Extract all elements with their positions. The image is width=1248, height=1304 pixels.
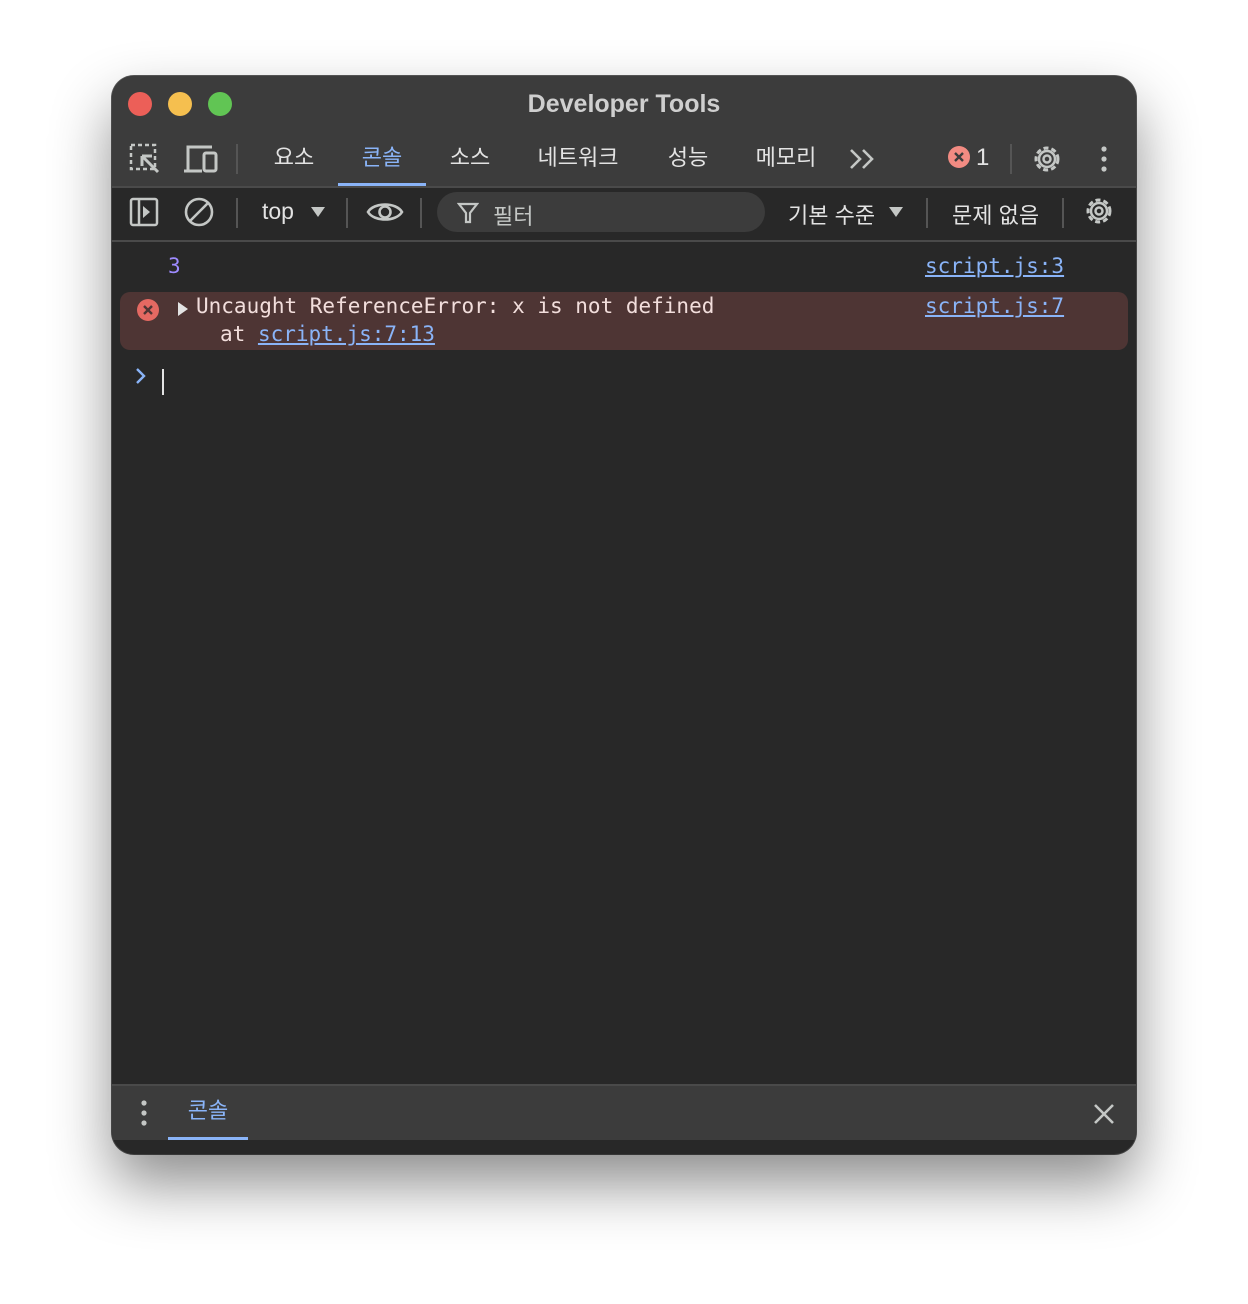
live-expression-eye-icon[interactable] xyxy=(366,198,404,226)
filter-input[interactable]: 필터 xyxy=(437,192,765,232)
tab-sources[interactable]: 소스 xyxy=(438,142,502,186)
tab-console[interactable]: 콘솔 xyxy=(338,142,426,186)
clear-console-icon[interactable] xyxy=(183,196,215,228)
stack-prefix: at xyxy=(220,322,258,346)
separator xyxy=(1010,144,1012,174)
device-toolbar-icon[interactable] xyxy=(182,142,220,176)
error-stack: at script.js:7:13 xyxy=(220,322,435,346)
dropdown-arrow-icon xyxy=(311,207,325,217)
tab-performance[interactable]: 성능 xyxy=(658,142,718,186)
separator xyxy=(346,198,348,228)
drawer-bar: 콘솔 xyxy=(112,1084,1136,1140)
stack-link[interactable]: script.js:7:13 xyxy=(258,322,435,346)
source-link[interactable]: script.js:3 xyxy=(925,254,1064,278)
console-toolbar: top 필터 기본 수준 문제 없음 xyxy=(112,188,1136,242)
more-options-icon[interactable] xyxy=(1096,144,1112,174)
error-count: 1 xyxy=(976,144,990,171)
drawer-tab-console[interactable]: 콘솔 xyxy=(168,1086,248,1140)
tab-memory[interactable]: 메모리 xyxy=(752,142,820,186)
tab-network[interactable]: 네트워크 xyxy=(532,142,624,186)
drawer-menu-icon[interactable] xyxy=(136,1098,152,1128)
log-level-label: 기본 수준 xyxy=(788,203,876,228)
error-text: Uncaught ReferenceError: x is not define… xyxy=(196,294,715,318)
filter-placeholder: 필터 xyxy=(493,204,534,229)
source-link[interactable]: script.js:7 xyxy=(925,294,1064,318)
tab-elements[interactable]: 요소 xyxy=(264,142,324,186)
error-icon xyxy=(948,145,970,168)
settings-gear-icon[interactable] xyxy=(1030,142,1064,176)
console-input-caret[interactable] xyxy=(162,369,164,395)
log-level-dropdown[interactable]: 기본 수준 xyxy=(784,188,912,236)
separator xyxy=(236,198,238,228)
console-error-message: Uncaught ReferenceError: x is not define… xyxy=(120,292,1128,350)
context-label: top xyxy=(262,198,294,224)
separator xyxy=(420,198,422,228)
title-bar: Developer Tools xyxy=(112,76,1136,132)
more-tabs-chevron-icon[interactable] xyxy=(848,146,876,172)
separator xyxy=(1062,198,1064,228)
prompt-chevron-icon xyxy=(136,368,146,384)
error-count-badge[interactable]: 1 xyxy=(948,144,989,176)
log-value: 3 xyxy=(168,254,181,278)
inspect-element-icon[interactable] xyxy=(128,142,162,176)
close-drawer-icon[interactable] xyxy=(1092,1102,1116,1126)
console-output[interactable]: 3 script.js:3 Uncaught ReferenceError: x… xyxy=(112,242,1136,1084)
separator xyxy=(236,144,238,174)
devtools-window: Developer Tools 요소 콘솔 소스 네트워크 성능 메모리 1 t… xyxy=(112,76,1136,1154)
separator xyxy=(926,198,928,228)
window-title: Developer Tools xyxy=(527,90,721,118)
sidebar-toggle-icon[interactable] xyxy=(128,196,160,228)
panel-tab-bar: 요소 콘솔 소스 네트워크 성능 메모리 1 xyxy=(112,132,1136,188)
expand-triangle-icon[interactable] xyxy=(176,301,190,317)
dropdown-arrow-icon xyxy=(889,207,903,217)
filter-funnel-icon xyxy=(457,202,479,224)
console-settings-gear-icon[interactable] xyxy=(1082,194,1116,228)
issues-button[interactable]: 문제 없음 xyxy=(952,198,1039,230)
error-icon xyxy=(137,299,159,321)
context-selector[interactable]: top xyxy=(258,188,334,236)
